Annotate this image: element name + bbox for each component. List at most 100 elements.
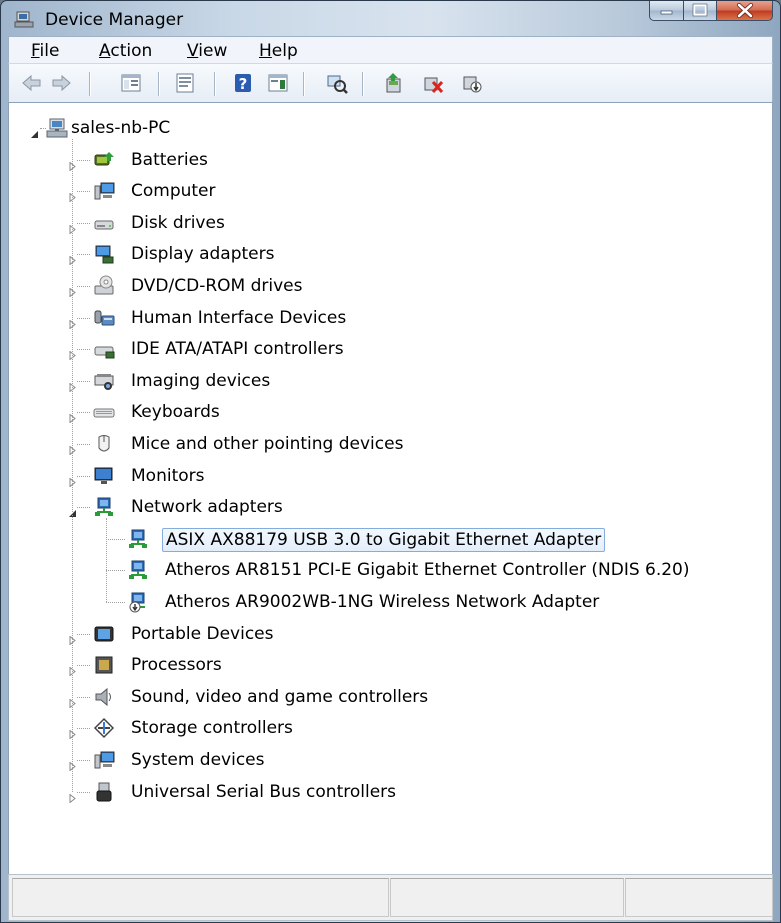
- disable-button[interactable]: [461, 72, 485, 94]
- menu-action-accelerator: A: [99, 41, 111, 61]
- tree-category-0-label: Batteries: [131, 149, 208, 170]
- tree-connector: [77, 191, 90, 193]
- minimize-button[interactable]: [649, 1, 684, 21]
- tree-category-7-label: Imaging devices: [131, 370, 271, 391]
- tree-category-12-label: Portable Devices: [131, 623, 274, 644]
- tree-connector: [72, 139, 73, 792]
- tree-connector: [106, 538, 125, 540]
- keyboard-icon-wrap: [93, 401, 115, 423]
- help-button[interactable]: ?: [232, 72, 256, 94]
- tree-category-5-label: Human Interface Devices: [131, 307, 347, 328]
- chevron-collapsed-icon: [69, 793, 76, 804]
- storage-controller-icon-wrap: [93, 717, 115, 739]
- portable-device-icon: [94, 626, 114, 642]
- back-button[interactable]: [20, 72, 44, 94]
- tree-category-4-label: DVD/CD-ROM drives: [131, 276, 303, 296]
- properties-button[interactable]: [174, 72, 198, 94]
- network-adapter-icon-wrap: [127, 528, 149, 550]
- forward-button[interactable]: [51, 72, 75, 94]
- menu-bar: File Action View Help: [8, 36, 773, 63]
- tree-connector: [77, 760, 90, 761]
- tree-connector: [106, 602, 125, 603]
- dvd-drive-icon: [94, 275, 114, 295]
- computer-icon-wrap: [93, 180, 115, 202]
- scan-hardware-changes-button[interactable]: [326, 72, 350, 94]
- computer-network-icon: [46, 118, 68, 138]
- show-action-pane-button[interactable]: [267, 72, 291, 94]
- hid-icon-wrap: [93, 307, 115, 329]
- menu-file[interactable]: File: [31, 41, 59, 61]
- toolbar-separator: [214, 72, 216, 96]
- update-driver-button[interactable]: [382, 72, 406, 94]
- toolbar-separator: [303, 72, 305, 96]
- network-adapter-icon: [129, 529, 147, 548]
- tree-root-label: sales-nb-PC: [71, 118, 171, 138]
- tree-connector: [77, 349, 90, 351]
- device-tree[interactable]: sales-nb-PC Batteries Computer Disk drives D…: [8, 102, 773, 875]
- tree-category-17-label: Universal Serial Bus controllers: [131, 781, 397, 802]
- speaker-icon: [95, 687, 111, 706]
- chevron-expanded-icon: [31, 131, 38, 138]
- device-manager-icon: [14, 11, 34, 28]
- status-cell-secondary: [390, 878, 624, 917]
- device-manager-window: Device Manager File Action View Help ? sale…: [0, 0, 781, 923]
- maximize-icon: [692, 3, 708, 17]
- menu-help-accelerator: H: [259, 41, 272, 61]
- network-adapter-icon-wrap: [93, 496, 115, 518]
- scan-hardware-icon: [327, 75, 348, 94]
- display-adapter-icon: [95, 245, 114, 264]
- menu-action-label: ction: [110, 41, 153, 61]
- battery-icon: [94, 151, 114, 166]
- arrow-right-icon: [52, 74, 71, 92]
- action-pane-icon: [268, 74, 288, 92]
- disk-drive-icon-wrap: [93, 212, 115, 234]
- menu-file-accelerator: F: [31, 41, 40, 61]
- show-hide-console-tree-button[interactable]: [120, 72, 144, 94]
- menu-view-label: iew: [198, 41, 228, 61]
- processor-icon: [95, 656, 113, 674]
- ide-controller-icon-wrap: [93, 338, 115, 360]
- hid-icon: [94, 310, 115, 326]
- tree-connector: [77, 665, 90, 667]
- menu-view[interactable]: View: [187, 41, 227, 61]
- tree-category-14-label: Sound, video and game controllers: [131, 686, 429, 707]
- console-tree-icon: [121, 74, 141, 92]
- portable-device-icon-wrap: [93, 623, 115, 645]
- tree-category-1-label: Computer: [131, 181, 216, 202]
- monitor-icon: [94, 467, 113, 484]
- menu-file-label: ile: [39, 41, 60, 61]
- keyboard-icon: [93, 408, 115, 418]
- ide-controller-icon: [94, 346, 115, 359]
- tree-connector: [106, 570, 125, 572]
- menu-action[interactable]: Action: [99, 41, 152, 61]
- tree-connector: [77, 728, 90, 730]
- mouse-icon: [98, 435, 110, 452]
- network-adapter-disabled-icon-wrap: [127, 591, 149, 613]
- tree-connector: [77, 791, 90, 793]
- tree-category-9-label: Mice and other pointing devices: [131, 434, 404, 454]
- tree-connector: [77, 222, 90, 224]
- system-devices-icon: [94, 751, 115, 769]
- network-adapter-item-1-label: Atheros AR8151 PCI-E Gigabit Ethernet Co…: [165, 560, 690, 581]
- uninstall-button[interactable]: [422, 72, 446, 94]
- network-adapter-item-0-label: ASIX AX88179 USB 3.0 to Gigabit Ethernet…: [162, 527, 606, 552]
- title-bar[interactable]: Device Manager: [1, 1, 780, 35]
- tree-category-11-label: Network adapters: [131, 497, 283, 518]
- menu-help[interactable]: Help: [259, 41, 298, 61]
- status-cell-main: [12, 878, 389, 917]
- tree-connector: [106, 518, 107, 602]
- network-adapter-icon: [95, 497, 113, 517]
- maximize-button[interactable]: [684, 1, 717, 21]
- close-button[interactable]: [717, 1, 773, 21]
- tree-connector: [77, 286, 90, 287]
- window-title: Device Manager: [45, 10, 184, 30]
- computer-network-icon-wrap: [46, 117, 68, 139]
- tree-category-8-label: Keyboards: [131, 402, 220, 423]
- tree-connector: [77, 380, 90, 382]
- tree-connector: [77, 507, 90, 509]
- network-adapter-disabled-icon: [129, 592, 145, 613]
- tree-category-6-label: IDE ATA/ATAPI controllers: [131, 339, 344, 360]
- tree-connector: [77, 254, 90, 256]
- network-adapter-icon-wrap: [127, 559, 149, 581]
- root-expander[interactable]: [30, 124, 39, 138]
